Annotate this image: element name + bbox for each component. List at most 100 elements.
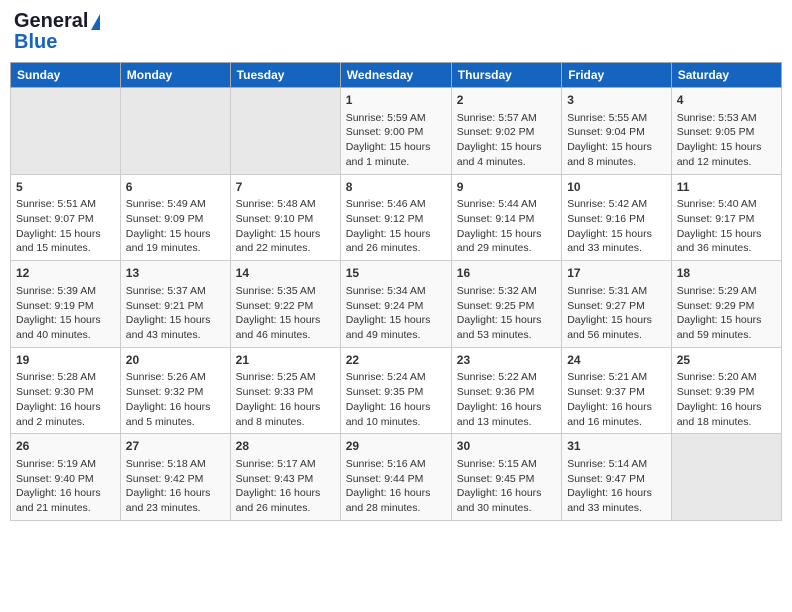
sunrise-text: Sunrise: 5:16 AM [346,458,426,470]
calendar-cell: 9Sunrise: 5:44 AMSunset: 9:14 PMDaylight… [451,174,561,261]
weekday-header-friday: Friday [562,63,672,88]
calendar-cell: 3Sunrise: 5:55 AMSunset: 9:04 PMDaylight… [562,88,672,175]
sunset-text: Sunset: 9:25 PM [457,300,535,312]
weekday-header-wednesday: Wednesday [340,63,451,88]
day-number: 19 [16,352,115,369]
calendar-cell: 17Sunrise: 5:31 AMSunset: 9:27 PMDayligh… [562,261,672,348]
calendar-header-row: SundayMondayTuesdayWednesdayThursdayFrid… [11,63,782,88]
calendar-cell: 20Sunrise: 5:26 AMSunset: 9:32 PMDayligh… [120,347,230,434]
daylight-label: Daylight: 15 hours and 36 minutes. [677,228,762,255]
sunset-text: Sunset: 9:22 PM [236,300,314,312]
weekday-header-monday: Monday [120,63,230,88]
calendar-cell: 18Sunrise: 5:29 AMSunset: 9:29 PMDayligh… [671,261,781,348]
daylight-label: Daylight: 15 hours and 40 minutes. [16,314,101,341]
sunset-text: Sunset: 9:24 PM [346,300,424,312]
calendar-cell: 27Sunrise: 5:18 AMSunset: 9:42 PMDayligh… [120,434,230,521]
sunset-text: Sunset: 9:32 PM [126,386,204,398]
calendar-cell [120,88,230,175]
calendar-cell: 24 Sunrise: 5:21 AM Sunset: 9:37 PM Dayligh… [562,347,672,434]
page-header: General Blue [10,10,782,54]
daylight-label: Daylight: 15 hours and 49 minutes. [346,314,431,341]
sunrise-text: Sunrise: 5:15 AM [457,458,537,470]
daylight-label: Daylight: 16 hours and 16 minutes. [567,401,652,428]
sunrise-text: Sunrise: 5:34 AM [346,285,426,297]
day-number: 3 [567,92,666,109]
daylight-label: Daylight: 15 hours and 1 minute. [346,141,431,168]
sunrise-text: Sunrise: 5:25 AM [236,371,316,383]
day-number: 5 [16,179,115,196]
day-number: 12 [16,265,115,282]
sunset-text: Sunset: 9:42 PM [126,473,204,485]
daylight-label: Daylight: 16 hours and 33 minutes. [567,487,652,514]
sunrise-text: Sunrise: 5:39 AM [16,285,96,297]
day-number: 28 [236,438,335,455]
daylight-label: Daylight: 16 hours and 30 minutes. [457,487,542,514]
day-number: 27 [126,438,225,455]
sunrise-text: Sunrise: 5:48 AM [236,198,316,210]
sunset-text: Sunset: 9:00 PM [346,126,424,138]
sunrise-text: Sunrise: 5:21 AM [567,371,647,383]
calendar-cell: 22Sunrise: 5:24 AMSunset: 9:35 PMDayligh… [340,347,451,434]
day-number: 6 [126,179,225,196]
sunrise-text: Sunrise: 5:51 AM [16,198,96,210]
calendar-table: SundayMondayTuesdayWednesdayThursdayFrid… [10,62,782,521]
sunrise-text: Sunrise: 5:46 AM [346,198,426,210]
sunset-text: Sunset: 9:16 PM [567,213,645,225]
calendar-week-row: 1Sunrise: 5:59 AMSunset: 9:00 PMDaylight… [11,88,782,175]
day-number: 17 [567,265,666,282]
sunset-text: Sunset: 9:39 PM [677,386,755,398]
sunset-text: Sunset: 9:04 PM [567,126,645,138]
day-number: 10 [567,179,666,196]
calendar-week-row: 19Sunrise: 5:28 AMSunset: 9:30 PMDayligh… [11,347,782,434]
daylight-label: Daylight: 16 hours and 13 minutes. [457,401,542,428]
calendar-week-row: 26Sunrise: 5:19 AMSunset: 9:40 PMDayligh… [11,434,782,521]
day-number: 24 [567,352,666,369]
sunset-text: Sunset: 9:14 PM [457,213,535,225]
logo-triangle-icon [91,14,100,30]
calendar-cell [11,88,121,175]
daylight-label: Daylight: 15 hours and 53 minutes. [457,314,542,341]
weekday-header-tuesday: Tuesday [230,63,340,88]
daylight-label: Daylight: 15 hours and 43 minutes. [126,314,211,341]
day-number: 11 [677,179,776,196]
logo-general-text: General [14,10,88,33]
logo: General Blue [14,10,100,54]
daylight-label: Daylight: 15 hours and 15 minutes. [16,228,101,255]
daylight-label: Daylight: 15 hours and 26 minutes. [346,228,431,255]
daylight-label: Daylight: 15 hours and 56 minutes. [567,314,652,341]
sunrise-text: Sunrise: 5:37 AM [126,285,206,297]
sunrise-text: Sunrise: 5:29 AM [677,285,757,297]
sunset-text: Sunset: 9:27 PM [567,300,645,312]
calendar-cell: 1Sunrise: 5:59 AMSunset: 9:00 PMDaylight… [340,88,451,175]
sunset-text: Sunset: 9:43 PM [236,473,314,485]
day-number: 8 [346,179,446,196]
calendar-cell: 10Sunrise: 5:42 AMSunset: 9:16 PMDayligh… [562,174,672,261]
sunset-text: Sunset: 9:21 PM [126,300,204,312]
sunrise-text: Sunrise: 5:20 AM [677,371,757,383]
calendar-cell [671,434,781,521]
sunrise-text: Sunrise: 5:17 AM [236,458,316,470]
calendar-cell: 26Sunrise: 5:19 AMSunset: 9:40 PMDayligh… [11,434,121,521]
sunset-text: Sunset: 9:36 PM [457,386,535,398]
day-number: 20 [126,352,225,369]
daylight-label: Daylight: 16 hours and 26 minutes. [236,487,321,514]
day-number: 30 [457,438,556,455]
sunrise-text: Sunrise: 5:14 AM [567,458,647,470]
sunset-text: Sunset: 9:05 PM [677,126,755,138]
day-number: 26 [16,438,115,455]
calendar-cell: 25Sunrise: 5:20 AMSunset: 9:39 PMDayligh… [671,347,781,434]
calendar-cell: 6Sunrise: 5:49 AMSunset: 9:09 PMDaylight… [120,174,230,261]
day-number: 31 [567,438,666,455]
sunrise-text: Sunrise: 5:40 AM [677,198,757,210]
sunset-text: Sunset: 9:10 PM [236,213,314,225]
daylight-label: Daylight: 15 hours and 59 minutes. [677,314,762,341]
calendar-cell: 30Sunrise: 5:15 AMSunset: 9:45 PMDayligh… [451,434,561,521]
day-number: 29 [346,438,446,455]
sunset-text: Sunset: 9:37 PM [567,386,645,398]
sunset-text: Sunset: 9:17 PM [677,213,755,225]
calendar-cell: 16Sunrise: 5:32 AMSunset: 9:25 PMDayligh… [451,261,561,348]
sunset-text: Sunset: 9:44 PM [346,473,424,485]
sunset-text: Sunset: 9:19 PM [16,300,94,312]
daylight-label: Daylight: 16 hours and 23 minutes. [126,487,211,514]
sunset-text: Sunset: 9:40 PM [16,473,94,485]
